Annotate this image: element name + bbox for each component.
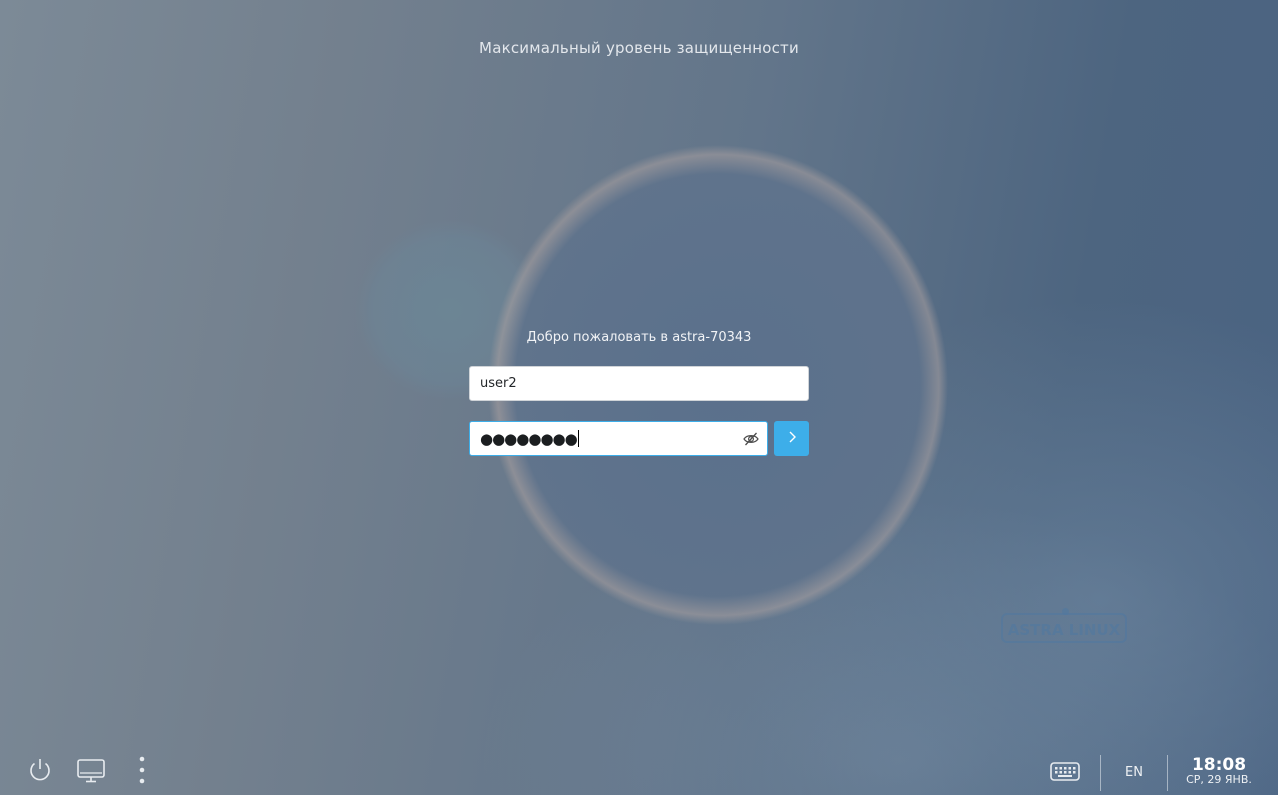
virtual-keyboard-button[interactable] xyxy=(1049,760,1081,784)
more-vertical-icon xyxy=(132,756,152,790)
separator-left xyxy=(1100,755,1101,791)
clock-time: 18:08 xyxy=(1191,755,1247,775)
session-button[interactable] xyxy=(76,757,106,785)
power-button[interactable] xyxy=(26,756,54,784)
password-field[interactable]: ●●●●●●●● xyxy=(469,421,768,456)
login-button[interactable] xyxy=(774,421,809,456)
eye-slash-icon[interactable] xyxy=(742,430,760,448)
chevron-right-icon xyxy=(786,429,798,448)
watermark-dot xyxy=(1062,608,1069,615)
username-field[interactable]: user2 xyxy=(469,366,809,401)
keyboard-icon xyxy=(1049,762,1081,788)
username-value: user2 xyxy=(480,376,517,391)
separator-right xyxy=(1167,755,1168,791)
header-title: Максимальный уровень защищенности xyxy=(479,39,799,57)
monitor-icon xyxy=(76,759,106,789)
more-button[interactable] xyxy=(132,756,152,786)
astra-logo-watermark: ASTRA LINUX xyxy=(1001,613,1127,643)
password-value: ●●●●●●●● xyxy=(480,429,578,448)
power-icon xyxy=(26,759,54,788)
keyboard-layout-indicator[interactable]: EN xyxy=(1118,765,1150,780)
welcome-text: Добро пожаловать в astra-70343 xyxy=(526,330,752,345)
clock-date: СР, 29 ЯНВ. xyxy=(1186,773,1252,786)
text-cursor xyxy=(577,430,579,447)
